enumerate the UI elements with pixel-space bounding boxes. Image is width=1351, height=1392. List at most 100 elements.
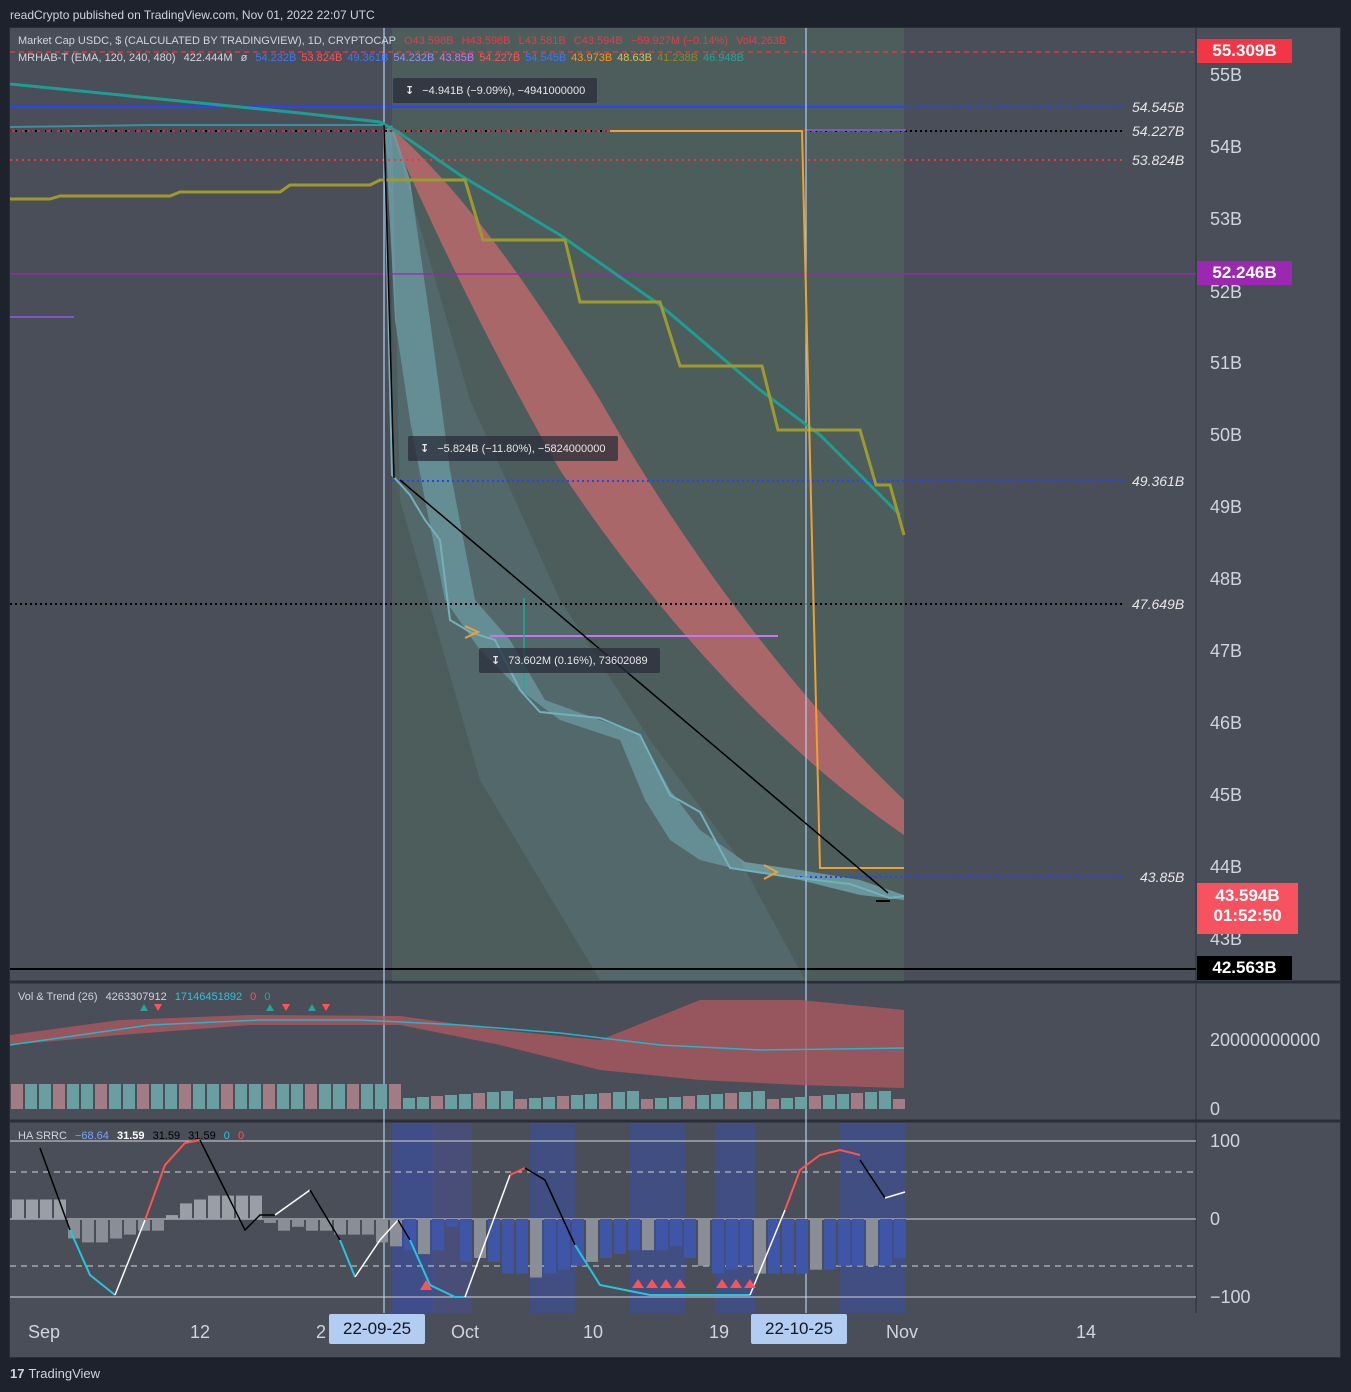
vol-bar	[767, 1099, 779, 1109]
indicator-title: MRHAB-T (EMA, 120, 240, 480)	[18, 52, 176, 64]
vol-bar	[81, 1084, 93, 1109]
vol-axis-top: 20000000000	[1210, 1030, 1321, 1050]
vol-bar	[585, 1094, 597, 1109]
date-pill-2[interactable]: 22-10-25	[751, 1314, 848, 1344]
ha-bar	[824, 1219, 836, 1270]
vol-bar	[697, 1095, 709, 1109]
ha-bar	[838, 1219, 850, 1266]
ha-bar	[600, 1219, 612, 1258]
vol-bar	[795, 1097, 807, 1109]
y-tick: 44B	[1210, 857, 1243, 877]
vol-bar	[263, 1084, 275, 1109]
vol-bar	[109, 1084, 121, 1109]
ha-bar	[222, 1195, 234, 1219]
y-tick: 51B	[1210, 353, 1243, 373]
current-price: 43.594B	[1215, 886, 1280, 905]
legend-title: Market Cap USDC, $ (CALCULATED BY TRADIN…	[18, 35, 396, 47]
legend-change: −59.927M (−0.14%)	[630, 35, 729, 47]
ha-bar	[558, 1219, 570, 1270]
footer-brand[interactable]: 17 TradingView	[10, 1366, 100, 1381]
ha-bar	[670, 1219, 682, 1247]
ha-bar	[712, 1219, 724, 1274]
measure-text: −5.824B (−11.80%), −5824000000	[437, 443, 606, 455]
ha-line-black-3	[309, 1189, 341, 1241]
date-pill-1[interactable]: 22-09-25	[329, 1314, 426, 1344]
ha-bar	[264, 1219, 276, 1223]
ha-bar	[404, 1219, 416, 1251]
arrow-up-green	[140, 1004, 148, 1011]
vol-bar	[403, 1098, 415, 1109]
vol-bar	[431, 1096, 443, 1109]
ha-bar	[852, 1219, 864, 1266]
vol-v3: 0	[250, 991, 257, 1003]
tradingview-logo-icon: 17	[10, 1366, 25, 1381]
x-tick: Oct	[451, 1322, 480, 1342]
vol-bar	[557, 1096, 569, 1109]
price-tag-purple: 52.246B	[1197, 261, 1292, 285]
vol-bar	[291, 1084, 303, 1109]
ha-bar	[446, 1219, 458, 1227]
y-tick: 45B	[1210, 785, 1243, 805]
measure-box-3[interactable]: ↧ 73.602M (0.16%), 73602089	[479, 648, 660, 673]
vol-bar	[95, 1084, 107, 1109]
price-tag-low: 42.563B	[1197, 956, 1292, 980]
vol-bar	[123, 1084, 135, 1109]
ha-bar	[432, 1219, 444, 1251]
ha-title: HA SRRC	[18, 1130, 67, 1142]
main-chart[interactable]	[0, 0, 1351, 1392]
ha-v1: −68.64	[74, 1130, 109, 1142]
indicator-value: 54.227B	[479, 52, 521, 64]
vol-bar	[11, 1084, 23, 1109]
indicator-value: 53.824B	[301, 52, 343, 64]
vol-bar	[865, 1092, 877, 1109]
vol-bar	[207, 1084, 219, 1109]
y-tick: 53B	[1210, 209, 1243, 229]
vol-bar	[711, 1094, 723, 1109]
legend-volume: Vol4.263B	[736, 35, 787, 47]
vol-bar	[375, 1084, 387, 1109]
measure-box-2[interactable]: ↧ −5.824B (−11.80%), −5824000000	[408, 436, 618, 461]
vol-v4: 0	[264, 991, 271, 1003]
vol-bar	[305, 1084, 317, 1109]
indicator-v1: 422.444M	[183, 52, 233, 64]
vol-bar	[809, 1096, 821, 1109]
vol-bar	[837, 1094, 849, 1109]
vol-bar	[515, 1099, 527, 1109]
price-tag-current: 43.594B 01:52:50	[1197, 883, 1298, 934]
price-tag-red: 55.309B	[1197, 39, 1292, 63]
ha-bar	[194, 1199, 206, 1219]
ha-line-white-2	[274, 1189, 311, 1216]
ha-bar	[292, 1219, 304, 1227]
ha-bar	[166, 1215, 178, 1219]
hline-label-53824: 53.824B	[1132, 152, 1185, 168]
vol-bar	[361, 1084, 373, 1109]
ha-bar	[530, 1219, 542, 1278]
vol-bar	[641, 1099, 653, 1109]
ha-bar	[698, 1219, 710, 1266]
legend-line-2: MRHAB-T (EMA, 120, 240, 480) 422.444M ø …	[18, 52, 754, 64]
ha-line-red-2	[509, 1167, 526, 1176]
vol-trend-ribbon	[10, 1000, 904, 1088]
vol-bar	[137, 1084, 149, 1109]
ha-shade-2	[432, 1123, 472, 1313]
legend-open: O43.598B	[404, 35, 454, 47]
measure-box-1[interactable]: ↧ −4.941B (−9.09%), −4941000000	[393, 78, 598, 103]
ha-bar	[488, 1219, 500, 1262]
y-tick: 52B	[1210, 282, 1243, 302]
vol-bar	[543, 1097, 555, 1109]
price-flat-top	[9, 124, 384, 128]
y-tick: 49B	[1210, 497, 1243, 517]
indicator-value: 48.63B	[617, 52, 653, 64]
legend-high: H43.598B	[461, 35, 511, 47]
vol-bar	[347, 1084, 359, 1109]
ha-bar	[82, 1219, 94, 1243]
vol-bar	[739, 1092, 751, 1109]
ha-bar	[810, 1219, 822, 1270]
ha-bar	[544, 1219, 556, 1274]
x-tick: Sep	[28, 1322, 61, 1342]
vol-bar	[151, 1084, 163, 1109]
ha-bar	[656, 1219, 668, 1251]
ha-axis-100: 100	[1210, 1131, 1241, 1151]
indicator-value: 43.973B	[571, 52, 613, 64]
ha-bar	[628, 1219, 640, 1251]
